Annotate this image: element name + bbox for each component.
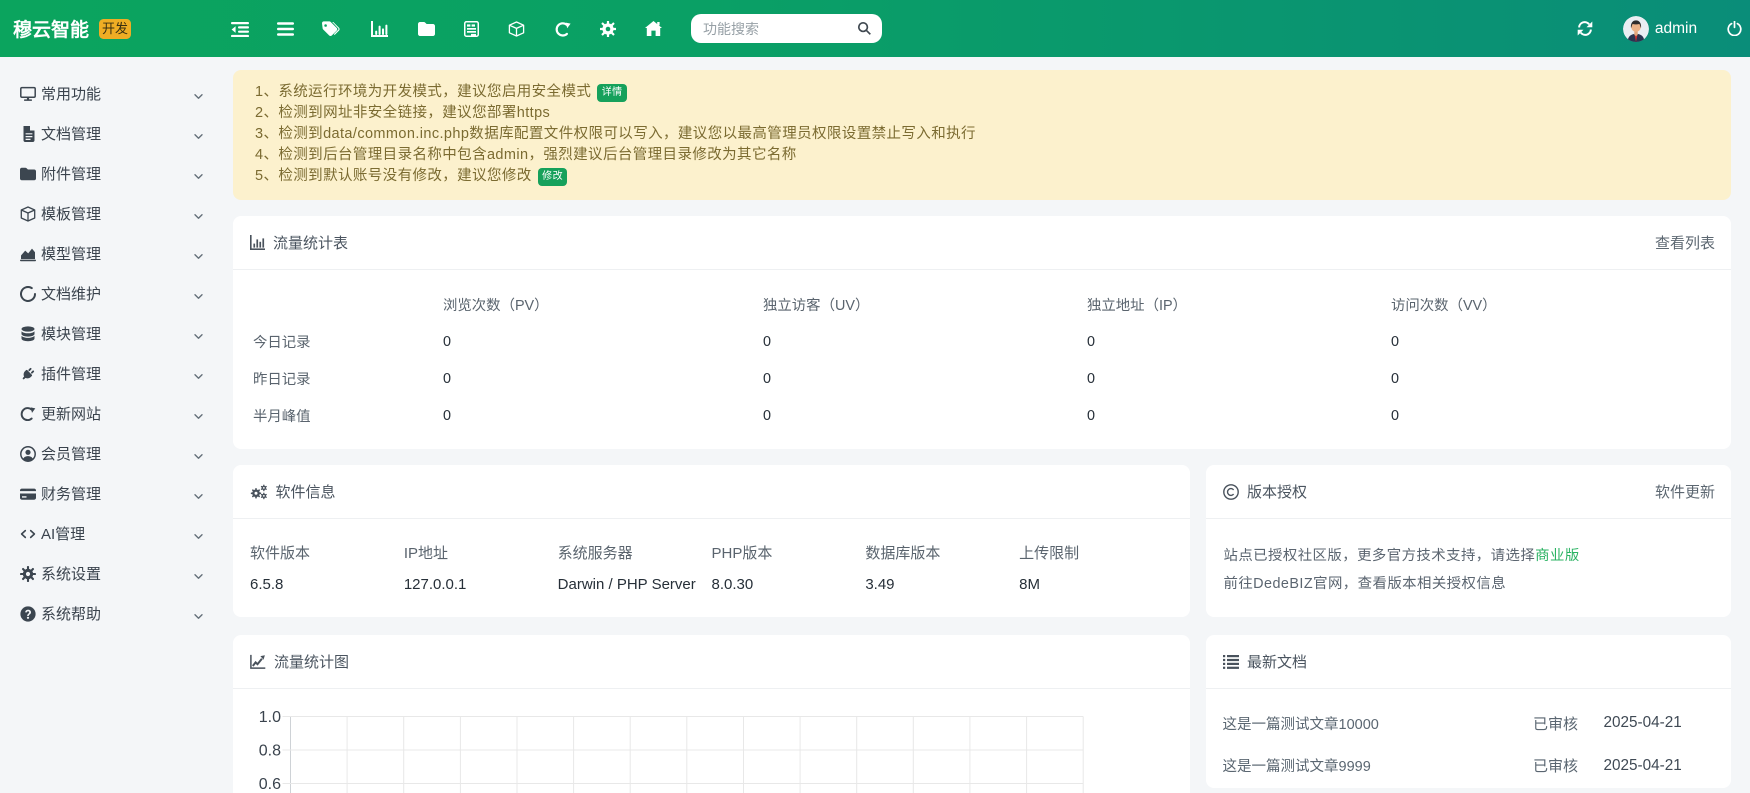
svg-text:0.8: 0.8: [259, 743, 281, 760]
svg-text:1.0: 1.0: [259, 709, 281, 726]
svg-text:0.6: 0.6: [259, 776, 281, 793]
